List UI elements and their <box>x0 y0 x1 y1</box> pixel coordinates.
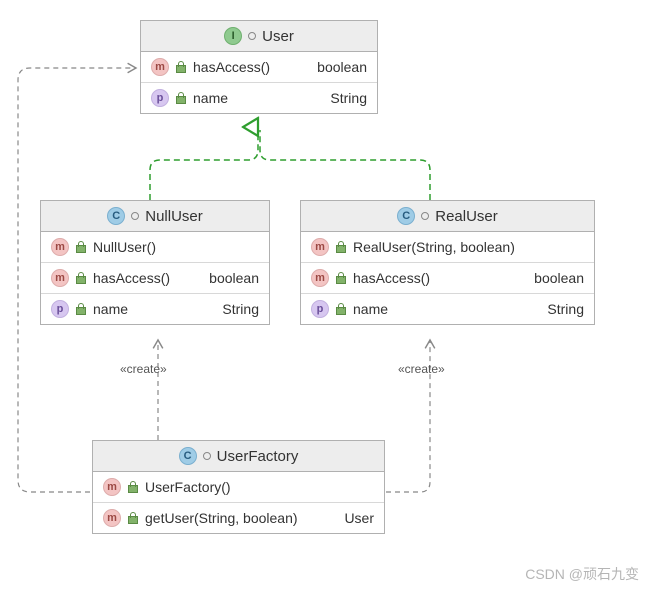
member-name: UserFactory() <box>145 479 231 495</box>
class-user-factory: C UserFactory m UserFactory() m getUser(… <box>92 440 385 534</box>
member-name: getUser(String, boolean) <box>145 510 298 526</box>
member-row: m RealUser(String, boolean) <box>301 232 594 263</box>
lock-icon <box>175 92 187 104</box>
member-name: name <box>193 90 228 106</box>
member-name: hasAccess() <box>93 270 170 286</box>
member-row: m getUser(String, boolean) User <box>93 503 384 533</box>
interface-icon: I <box>224 27 242 45</box>
member-type: String <box>547 301 584 317</box>
lock-icon <box>335 272 347 284</box>
method-icon: m <box>51 238 69 256</box>
member-row: p name String <box>141 83 377 113</box>
member-type: String <box>222 301 259 317</box>
class-real-user: C RealUser m RealUser(String, boolean) m… <box>300 200 595 325</box>
member-name: hasAccess() <box>193 59 270 75</box>
property-icon: p <box>51 300 69 318</box>
class-icon: C <box>397 207 415 225</box>
watermark: CSDN @顽石九变 <box>525 564 639 584</box>
class-icon: C <box>179 447 197 465</box>
member-name: hasAccess() <box>353 270 430 286</box>
member-row: m NullUser() <box>41 232 269 263</box>
member-row: m UserFactory() <box>93 472 384 503</box>
lock-icon <box>75 303 87 315</box>
lock-icon <box>127 512 139 524</box>
class-header: C RealUser <box>301 201 594 232</box>
member-name: name <box>353 301 388 317</box>
class-user: I User m hasAccess() boolean p name Stri… <box>140 20 378 114</box>
stereotype-create-right: «create» <box>398 362 445 376</box>
circle-icon <box>421 212 429 220</box>
method-icon: m <box>103 509 121 527</box>
member-type: User <box>344 510 374 526</box>
class-title: UserFactory <box>217 448 299 465</box>
class-header: C UserFactory <box>93 441 384 472</box>
lock-icon <box>75 241 87 253</box>
member-row: m hasAccess() boolean <box>41 263 269 294</box>
circle-icon <box>131 212 139 220</box>
stereotype-create-left: «create» <box>120 362 167 376</box>
property-icon: p <box>151 89 169 107</box>
member-name: NullUser() <box>93 239 156 255</box>
member-type: boolean <box>317 59 367 75</box>
method-icon: m <box>103 478 121 496</box>
member-type: boolean <box>209 270 259 286</box>
member-row: p name String <box>301 294 594 324</box>
class-null-user: C NullUser m NullUser() m hasAccess() bo… <box>40 200 270 325</box>
member-row: m hasAccess() boolean <box>301 263 594 294</box>
class-title: User <box>262 28 294 45</box>
lock-icon <box>75 272 87 284</box>
class-title: RealUser <box>435 208 498 225</box>
member-row: m hasAccess() boolean <box>141 52 377 83</box>
member-type: boolean <box>534 270 584 286</box>
member-type: String <box>330 90 367 106</box>
circle-icon <box>203 452 211 460</box>
lock-icon <box>127 481 139 493</box>
member-row: p name String <box>41 294 269 324</box>
circle-icon <box>248 32 256 40</box>
class-header: C NullUser <box>41 201 269 232</box>
method-icon: m <box>51 269 69 287</box>
lock-icon <box>335 303 347 315</box>
method-icon: m <box>311 269 329 287</box>
method-icon: m <box>311 238 329 256</box>
member-name: name <box>93 301 128 317</box>
class-header: I User <box>141 21 377 52</box>
class-icon: C <box>107 207 125 225</box>
property-icon: p <box>311 300 329 318</box>
member-name: RealUser(String, boolean) <box>353 239 515 255</box>
class-title: NullUser <box>145 208 203 225</box>
lock-icon <box>335 241 347 253</box>
lock-icon <box>175 61 187 73</box>
method-icon: m <box>151 58 169 76</box>
